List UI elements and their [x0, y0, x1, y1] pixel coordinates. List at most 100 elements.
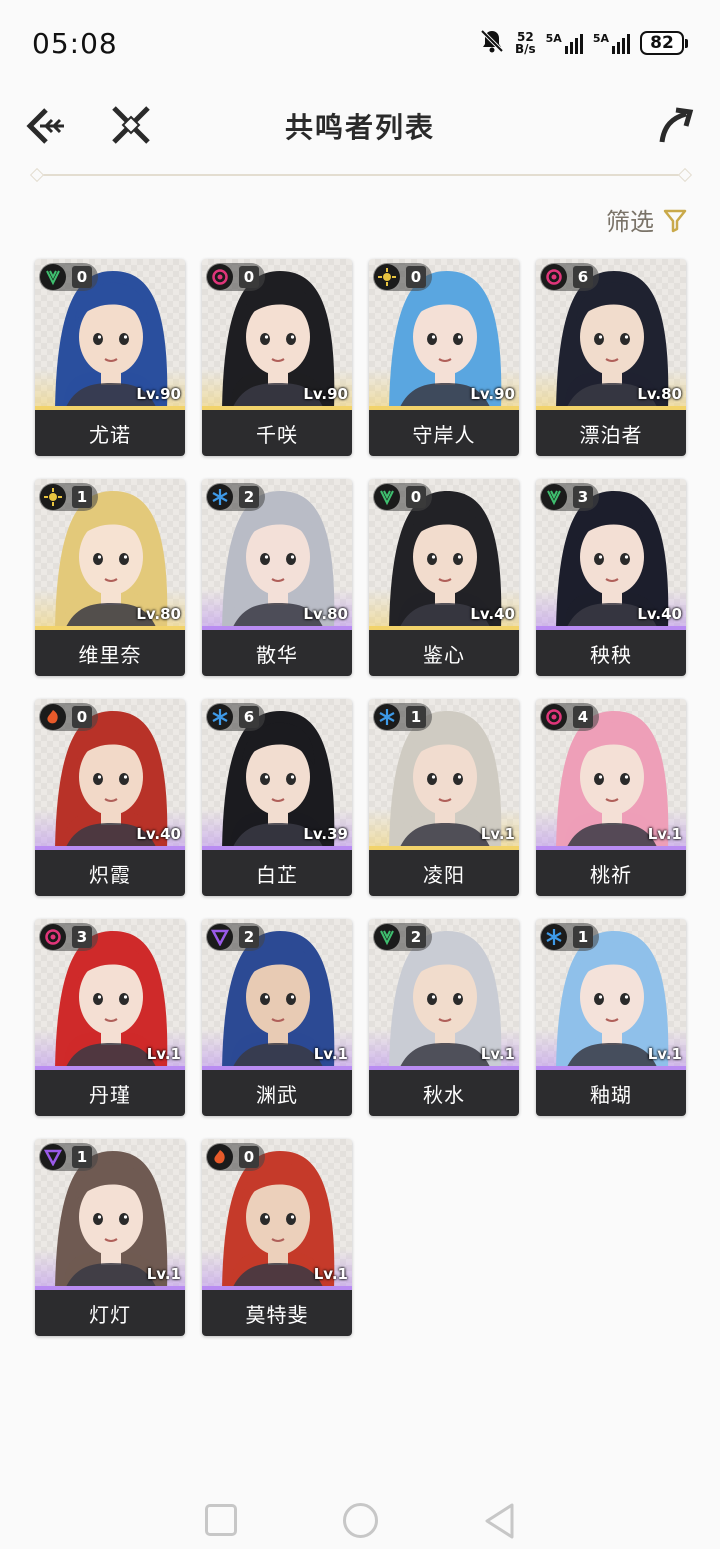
character-name: 白芷	[202, 850, 352, 896]
header-divider	[36, 174, 686, 176]
character-badge: 0	[373, 263, 432, 291]
character-card[interactable]: Lv.1 2 秋水	[369, 919, 519, 1116]
character-level: Lv.80	[136, 605, 181, 623]
character-name: 釉瑚	[536, 1070, 686, 1116]
signal-2-label: 5A	[592, 32, 609, 45]
sequence-count: 0	[239, 1146, 259, 1168]
character-card[interactable]: Lv.1 1 灯灯	[35, 1139, 185, 1336]
character-level: Lv.1	[647, 825, 682, 843]
share-button[interactable]	[656, 104, 696, 146]
character-card[interactable]: Lv.40 0 鉴心	[369, 479, 519, 676]
havoc-element-icon	[541, 264, 567, 290]
sequence-count: 1	[72, 1146, 92, 1168]
circle-icon[interactable]	[343, 1503, 378, 1538]
sequence-count: 2	[239, 926, 259, 948]
aero-element-icon	[374, 924, 400, 950]
character-badge: 0	[206, 263, 265, 291]
fusion-element-icon	[40, 704, 66, 730]
character-name: 灯灯	[35, 1290, 185, 1336]
character-name: 维里奈	[35, 630, 185, 676]
character-badge: 1	[39, 483, 98, 511]
character-card[interactable]: Lv.80 2 散华	[202, 479, 352, 676]
sequence-count: 0	[239, 266, 259, 288]
character-name: 凌阳	[369, 850, 519, 896]
aero-element-icon	[374, 484, 400, 510]
square-icon[interactable]	[205, 1504, 237, 1536]
system-nav-bar	[0, 1490, 720, 1549]
signal-1-label: 5A	[545, 32, 562, 45]
signal-strength-1: 5A	[546, 32, 583, 54]
character-card[interactable]: Lv.40 3 秧秧	[536, 479, 686, 676]
signal-strength-2: 5A	[593, 32, 630, 54]
character-badge: 2	[373, 923, 432, 951]
character-level: Lv.1	[146, 1045, 181, 1063]
spectro-element-icon	[374, 264, 400, 290]
sequence-count: 0	[72, 706, 92, 728]
sequence-count: 4	[573, 706, 593, 728]
character-card[interactable]: Lv.40 0 炽霞	[35, 699, 185, 896]
sequence-count: 2	[239, 486, 259, 508]
character-level: Lv.40	[637, 605, 682, 623]
character-badge: 0	[39, 263, 98, 291]
aero-element-icon	[40, 264, 66, 290]
character-card[interactable]: Lv.80 1 维里奈	[35, 479, 185, 676]
glacio-element-icon	[207, 484, 233, 510]
character-level: Lv.90	[136, 385, 181, 403]
character-name: 桃祈	[536, 850, 686, 896]
sequence-count: 2	[406, 926, 426, 948]
spectro-element-icon	[40, 484, 66, 510]
character-card[interactable]: Lv.1 1 釉瑚	[536, 919, 686, 1116]
character-card[interactable]: Lv.90 0 千咲	[202, 259, 352, 456]
character-badge: 0	[373, 483, 432, 511]
character-level: Lv.1	[313, 1265, 348, 1283]
curved-arrow-icon	[659, 107, 694, 143]
character-level: Lv.90	[303, 385, 348, 403]
character-name: 尤诺	[35, 410, 185, 456]
sequence-count: 0	[406, 486, 426, 508]
character-badge: 0	[39, 703, 98, 731]
character-badge: 2	[206, 923, 265, 951]
character-level: Lv.1	[146, 1265, 181, 1283]
filter-label: 筛选	[606, 208, 654, 236]
character-card[interactable]: Lv.1 2 渊武	[202, 919, 352, 1116]
character-card[interactable]: Lv.90 0 守岸人	[369, 259, 519, 456]
character-level: Lv.1	[480, 825, 515, 843]
character-level: Lv.80	[637, 385, 682, 403]
status-bar: 05:08 52 B/s 5A 5A 82	[0, 0, 720, 86]
character-card[interactable]: Lv.90 0 尤诺	[35, 259, 185, 456]
character-level: Lv.90	[470, 385, 515, 403]
filter-button[interactable]: 筛选	[606, 202, 688, 237]
sequence-count: 6	[239, 706, 259, 728]
character-card[interactable]: Lv.1 1 凌阳	[369, 699, 519, 896]
character-name: 丹瑾	[35, 1070, 185, 1116]
electro-element-icon	[40, 1144, 66, 1170]
character-card[interactable]: Lv.1 0 莫特斐	[202, 1139, 352, 1336]
character-level: Lv.1	[480, 1045, 515, 1063]
character-level: Lv.1	[313, 1045, 348, 1063]
sequence-count: 1	[573, 926, 593, 948]
character-name: 莫特斐	[202, 1290, 352, 1336]
sequence-count: 1	[406, 706, 426, 728]
sequence-count: 0	[406, 266, 426, 288]
page-header: 共鸣者列表	[0, 92, 720, 162]
sequence-count: 1	[72, 486, 92, 508]
character-card[interactable]: Lv.1 4 桃祈	[536, 699, 686, 896]
character-card[interactable]: Lv.39 6 白芷	[202, 699, 352, 896]
havoc-element-icon	[207, 264, 233, 290]
sequence-count: 3	[72, 926, 92, 948]
character-name: 散华	[202, 630, 352, 676]
character-badge: 3	[540, 483, 599, 511]
character-level: Lv.40	[136, 825, 181, 843]
character-card[interactable]: Lv.1 3 丹瑾	[35, 919, 185, 1116]
network-speed: 52 B/s	[515, 31, 536, 55]
character-card[interactable]: Lv.80 6 漂泊者	[536, 259, 686, 456]
glacio-element-icon	[207, 704, 233, 730]
sequence-count: 0	[72, 266, 92, 288]
havoc-element-icon	[541, 704, 567, 730]
funnel-icon	[663, 209, 687, 232]
character-level: Lv.80	[303, 605, 348, 623]
status-time: 05:08	[32, 26, 118, 60]
triangle-back-icon[interactable]	[482, 1502, 516, 1540]
character-badge: 4	[540, 703, 599, 731]
character-level: Lv.40	[470, 605, 515, 623]
